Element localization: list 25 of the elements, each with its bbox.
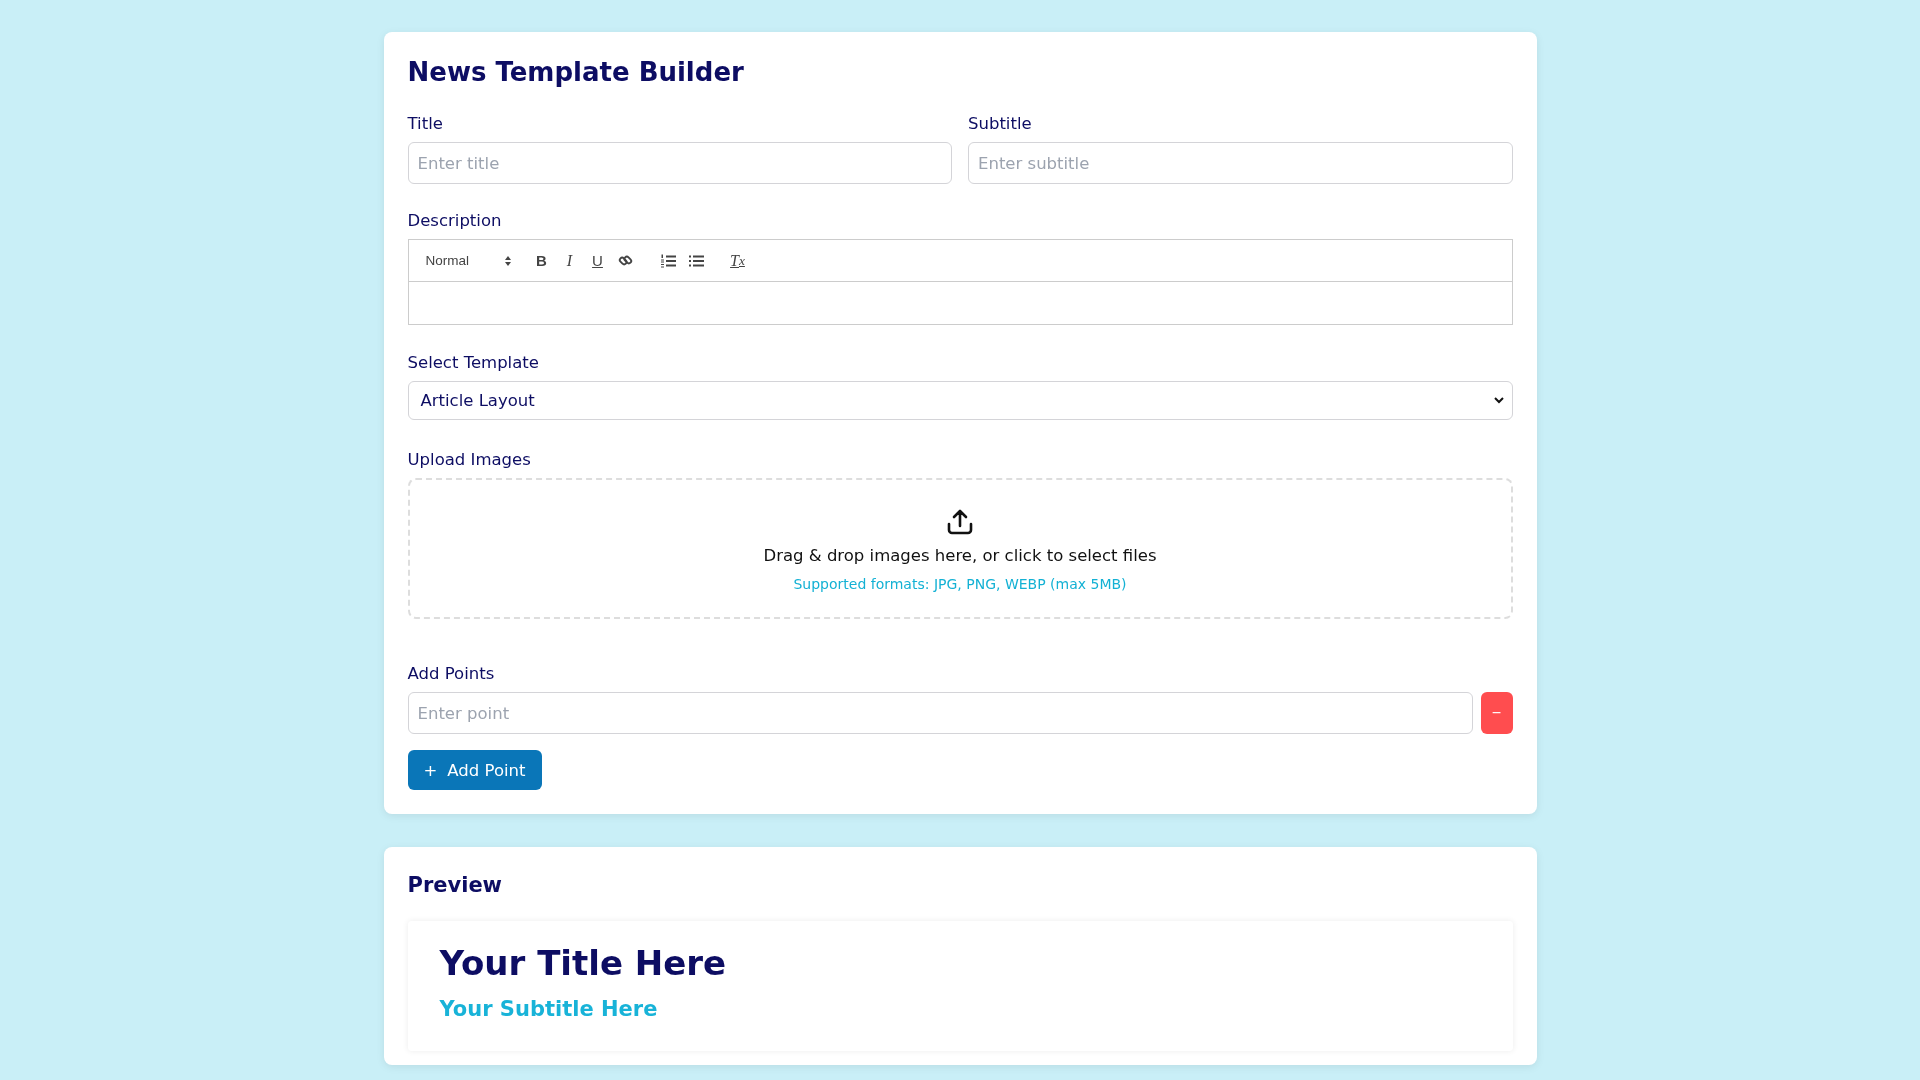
- italic-button[interactable]: I: [555, 248, 584, 273]
- underline-button[interactable]: U: [583, 248, 612, 273]
- field-label: Add Points: [407, 664, 496, 684]
- preview-subtitle: Your Subtitle Here: [439, 996, 659, 1023]
- field-label: Upload Images: [407, 450, 532, 470]
- input-field[interactable]: Enter title: [407, 142, 952, 184]
- bold-button[interactable]: B: [527, 248, 556, 273]
- supported-formats-note: Supported formats: JPG, PNG, WEBP (max 5MB): [793, 576, 1127, 592]
- field-label: Select Template: [407, 353, 540, 373]
- point-input-field[interactable]: Enter point: [407, 692, 1473, 734]
- add-point-button[interactable]: + Add Point: [407, 750, 542, 790]
- form-heading: News Template Builder: [407, 56, 745, 88]
- upload-dropzone[interactable]: Drag & drop images here, or click to select files Supported formats: JPG, PNG, WEBP (max 5MB): [407, 478, 1513, 619]
- chevron-down-icon: [1493, 397, 1504, 404]
- field-label: Subtitle: [968, 114, 1033, 134]
- preview-title: Your Title Here: [439, 942, 728, 985]
- upload-icon: [946, 509, 974, 535]
- input-field[interactable]: Enter subtitle: [968, 142, 1513, 184]
- template-select[interactable]: Article Layout: [407, 381, 1513, 420]
- preview-heading: Preview: [407, 872, 504, 899]
- up-down-arrows-icon: [503, 254, 512, 267]
- upload-instructions: Drag & drop images here, or click to select files: [763, 546, 1157, 565]
- field-label: Title: [407, 114, 444, 134]
- field-label: Description: [407, 211, 503, 231]
- format-dropdown[interactable]: Normal: [420, 253, 512, 268]
